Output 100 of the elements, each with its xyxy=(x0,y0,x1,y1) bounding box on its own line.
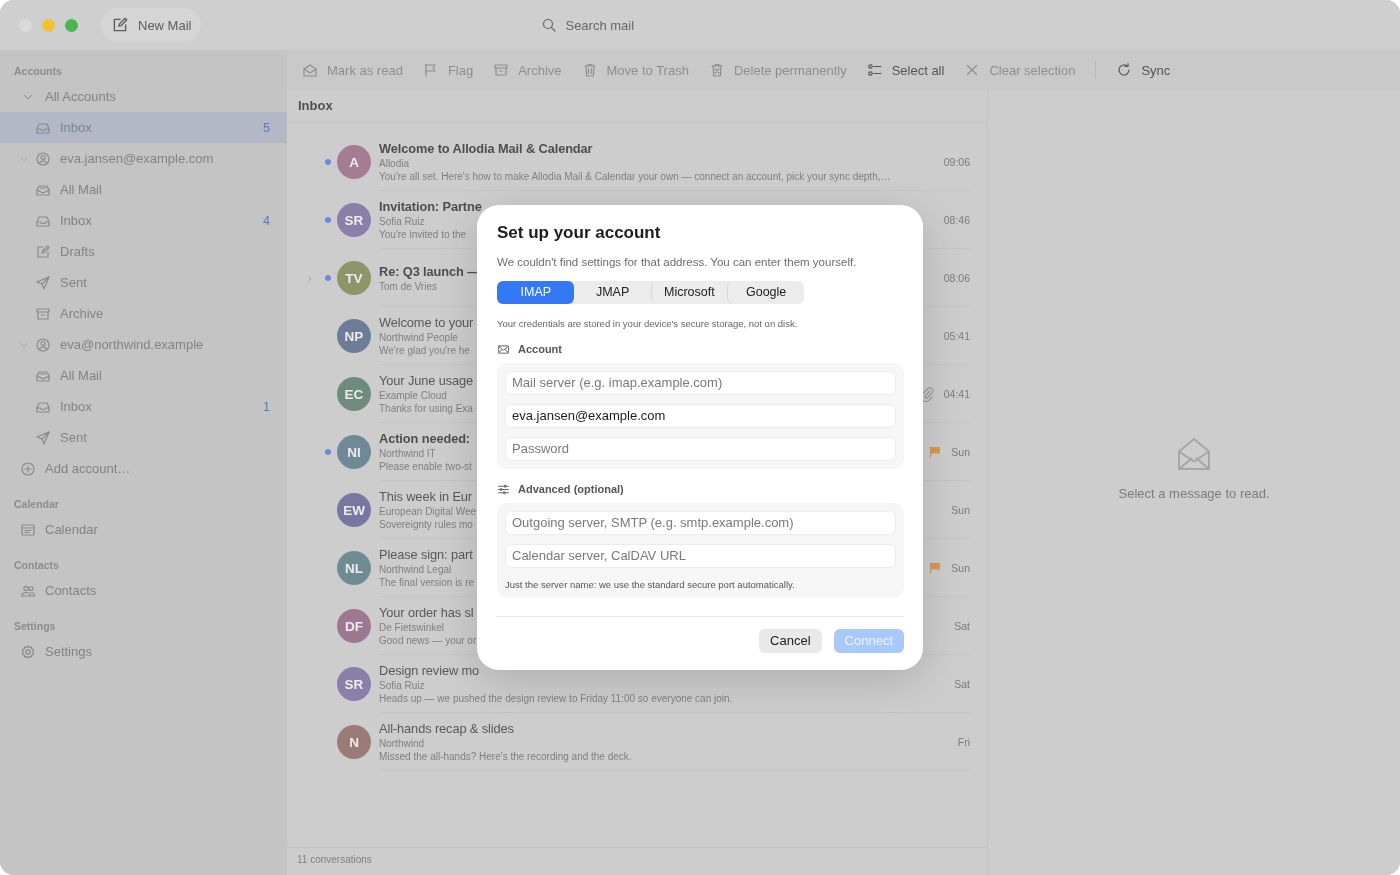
tab[interactable]: JMAP xyxy=(573,280,651,304)
sidebar-label: All Mail xyxy=(60,368,102,383)
input-field[interactable]: Mail server (e.g. imap.example.com) xyxy=(505,370,896,395)
sidebar-item[interactable]: Contacts xyxy=(0,575,287,606)
sidebar-item[interactable]: Archive xyxy=(0,298,287,329)
avatar: EW xyxy=(337,493,371,527)
section-header: Settings xyxy=(13,619,57,634)
message-sender: Northwind xyxy=(379,738,425,749)
message-time: Sun xyxy=(951,445,970,458)
calendar-icon xyxy=(20,521,36,538)
section-header: Accounts xyxy=(13,64,63,79)
sliders-icon xyxy=(497,482,510,496)
sidebar-item[interactable]: Sent xyxy=(0,422,287,453)
refresh-icon xyxy=(1116,62,1133,78)
message-time: 05:41 xyxy=(943,329,970,342)
message-row[interactable]: N All-hands recap & slides Northwind Missed the all-hands? Here's the recording and the deck. Fri xyxy=(287,713,987,771)
message-subject: Your order has sl xyxy=(379,605,474,620)
message-preview: Sovereignty rules mo xyxy=(379,519,473,530)
toolbar-button[interactable]: Sync xyxy=(1116,62,1171,78)
avatar: N xyxy=(337,725,371,759)
message-preview: You're all set. Here's how to make Allodia Mail & Calendar your own — connect an account, pick your sync depth,… xyxy=(379,171,891,182)
unread-count: 1 xyxy=(263,399,270,414)
archive-box-icon xyxy=(493,62,510,78)
toolbar-button[interactable]: Select all xyxy=(866,62,945,78)
tab[interactable]: IMAP xyxy=(497,280,574,304)
pencil-square-icon xyxy=(35,243,51,260)
message-subject: This week in Eur xyxy=(379,489,472,504)
message-subject: Invitation: Partne xyxy=(379,199,482,214)
sidebar-item[interactable]: Add account… xyxy=(0,453,287,484)
search-field[interactable]: Search mail xyxy=(563,16,768,34)
message-subject: Action needed: xyxy=(379,431,471,446)
sidebar-item[interactable]: All Accounts xyxy=(0,81,287,112)
message-subject: Welcome to Allodia Mail & Calendar xyxy=(379,141,593,156)
message-row[interactable]: A Welcome to Allodia Mail & Calendar Allodia You're all set. Here's how to make Allodia Mail & Calendar your own — connect an account, pick your sync depth,… 09:06 xyxy=(287,133,987,191)
tab[interactable]: Google xyxy=(727,280,804,304)
avatar: NP xyxy=(337,319,371,353)
message-preview: We're glad you're he xyxy=(379,345,470,356)
message-subject: Welcome to your xyxy=(379,315,474,330)
message-preview: You're invited to the xyxy=(379,229,467,240)
message-time: Sat xyxy=(954,619,970,632)
sidebar-label: Sent xyxy=(60,430,87,445)
message-subject: Please sign: part xyxy=(379,547,473,562)
message-time: Sun xyxy=(951,503,970,516)
new-mail-button[interactable]: New Mail xyxy=(101,8,202,42)
sidebar-item[interactable]: All Mail xyxy=(0,174,287,205)
user-circle-icon xyxy=(35,150,51,167)
sidebar-label: Inbox xyxy=(60,213,92,228)
sidebar-label: eva.jansen@example.com xyxy=(60,151,214,166)
message-subject: All-hands recap & slides xyxy=(379,721,514,736)
avatar: EC xyxy=(337,377,371,411)
sidebar-item[interactable]: Drafts xyxy=(0,236,287,267)
tab[interactable]: Microsoft xyxy=(650,280,728,304)
message-time: 08:46 xyxy=(943,213,970,226)
zoom-button[interactable] xyxy=(65,18,78,32)
paper-plane-icon xyxy=(35,274,51,291)
message-preview: The final version is re xyxy=(379,577,475,588)
avatar: SR xyxy=(337,667,371,701)
input-field[interactable]: Outgoing server, SMTP (e.g. smtp.example.com) xyxy=(505,510,896,535)
message-sender: European Digital Wee xyxy=(379,506,477,517)
input-field[interactable]: eva.jansen@example.com xyxy=(505,403,896,428)
chevron-icon[interactable] xyxy=(305,273,314,283)
unread-count: 4 xyxy=(263,213,270,228)
message-time: 09:06 xyxy=(943,155,970,168)
message-sender: Northwind Legal xyxy=(379,564,452,575)
checklist-icon xyxy=(866,62,883,78)
paper-plane-icon xyxy=(35,429,51,446)
sidebar-item[interactable]: Inbox 1 xyxy=(0,391,287,422)
avatar: NI xyxy=(337,435,371,469)
input-field[interactable]: Calendar server, CalDAV URL xyxy=(505,543,896,568)
sidebar-item[interactable]: eva.jansen@example.com xyxy=(0,143,287,174)
message-preview: Thanks for using Exa xyxy=(379,403,473,414)
message-subject: Your June usage xyxy=(379,373,474,388)
message-time: 08:06 xyxy=(943,271,970,284)
section-title: Advanced (optional) xyxy=(518,483,624,495)
sidebar-item[interactable]: Sent xyxy=(0,267,287,298)
sidebar-item[interactable]: Calendar xyxy=(0,514,287,545)
avatar: TV xyxy=(337,261,371,295)
sidebar-item[interactable]: eva@northwind.example xyxy=(0,329,287,360)
sidebar-item[interactable]: All Mail xyxy=(0,360,287,391)
avatar: SR xyxy=(337,203,371,237)
envelope-icon xyxy=(497,342,510,356)
privacy-note: Your credentials are stored in your device's secure storage, not on disk. xyxy=(497,317,799,329)
search-icon xyxy=(541,17,558,33)
message-sender: Tom de Vries xyxy=(379,280,437,292)
message-preview: Missed the all-hands? Here's the recording and the deck. xyxy=(379,751,632,762)
sidebar-item[interactable]: Settings xyxy=(0,636,287,667)
sidebar-item[interactable]: Inbox 4 xyxy=(0,205,287,236)
message-sender: Northwind IT xyxy=(379,448,436,459)
sidebar-label: Drafts xyxy=(60,244,95,259)
message-time: Sun xyxy=(951,561,970,574)
input-field[interactable]: Password xyxy=(505,436,896,461)
sidebar-label: Add account… xyxy=(45,461,131,476)
message-sender: Sofia Ruiz xyxy=(379,680,425,691)
sidebar-label: Archive xyxy=(60,306,104,321)
sidebar-label: Calendar xyxy=(45,522,98,537)
cancel-button[interactable]: Cancel xyxy=(759,628,822,653)
message-sender: Northwind People xyxy=(379,332,458,343)
minimize-button[interactable] xyxy=(42,18,55,32)
message-time: Fri xyxy=(957,735,970,748)
section-header: Calendar xyxy=(13,497,60,512)
